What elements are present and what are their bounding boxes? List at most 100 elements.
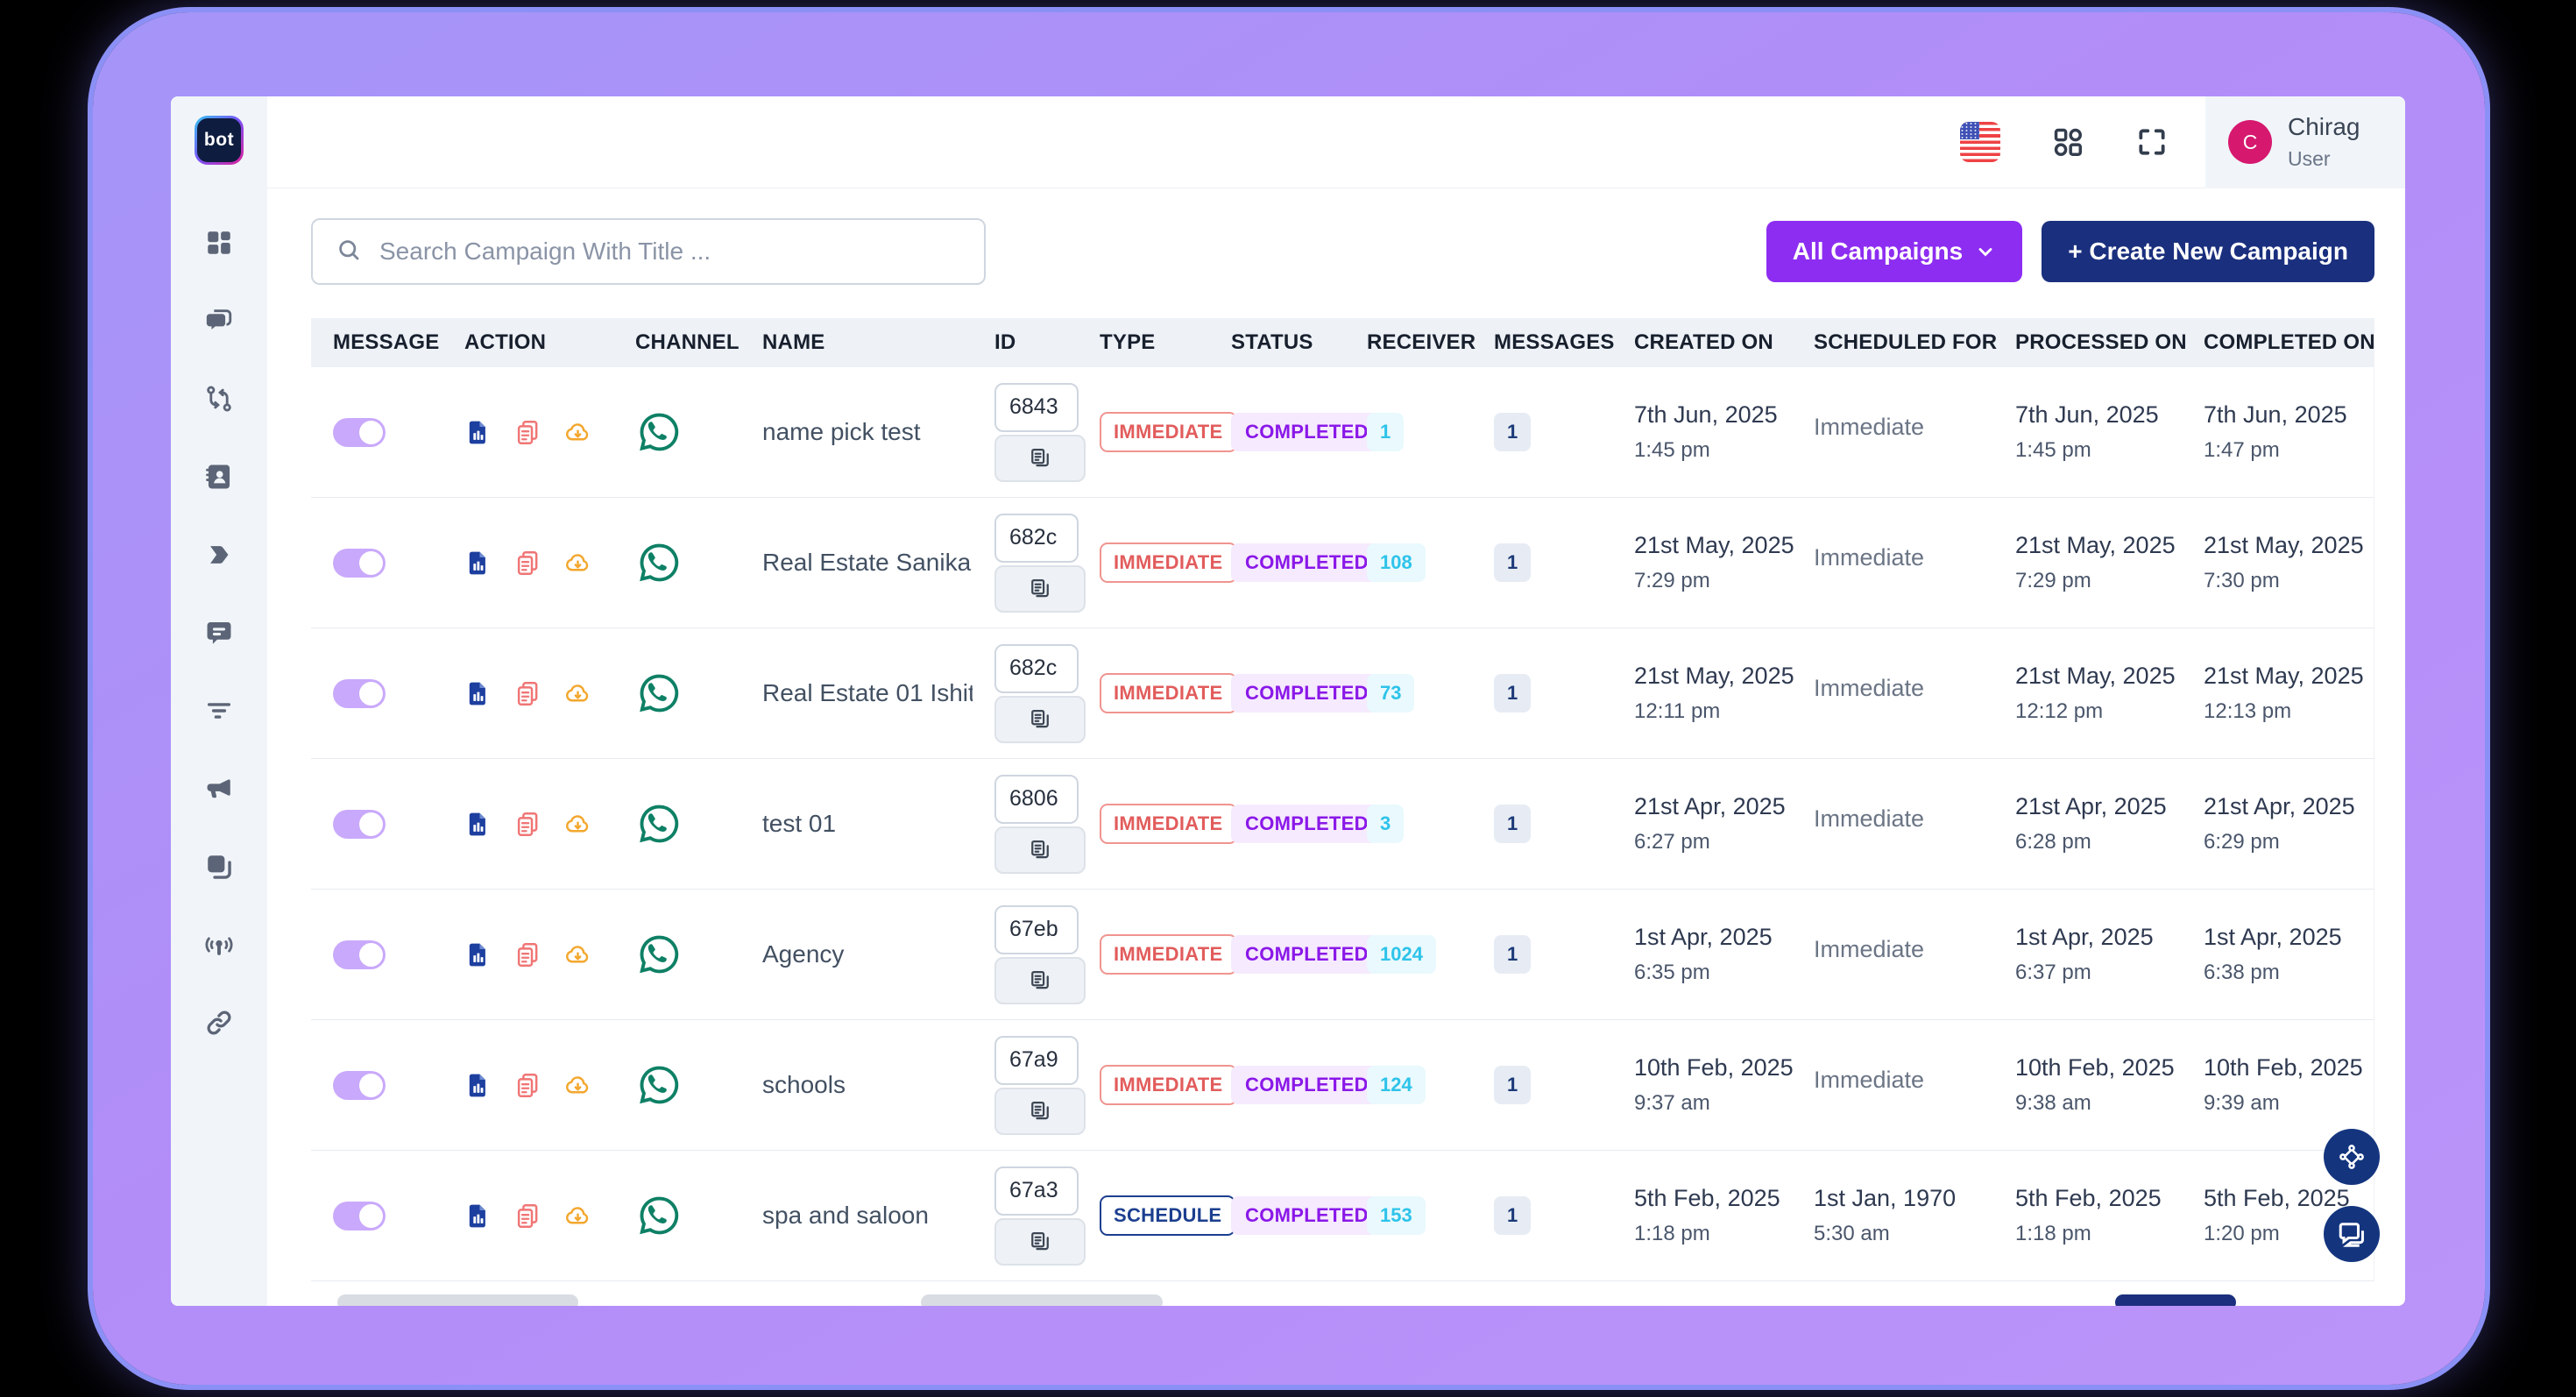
copy-id-button[interactable] — [994, 435, 1086, 482]
contacts-icon[interactable] — [204, 462, 234, 492]
campaign-id-field[interactable]: 682c — [994, 514, 1079, 563]
tag-icon[interactable] — [204, 540, 234, 570]
duplicate-button[interactable] — [514, 941, 541, 968]
message-toggle[interactable] — [333, 549, 386, 578]
duplicate-button[interactable] — [514, 811, 541, 838]
campaigns-table: MESSAGE ACTION CHANNEL NAME ID TYPE STAT… — [311, 318, 2374, 1281]
col-action: ACTION — [442, 330, 613, 355]
app-logo[interactable]: bot — [195, 116, 244, 165]
apps-icon[interactable] — [2051, 125, 2084, 159]
export-button[interactable] — [564, 811, 591, 838]
messages-count[interactable]: 1 — [1494, 1196, 1531, 1235]
link-icon[interactable] — [204, 1008, 234, 1038]
messages-count[interactable]: 1 — [1494, 805, 1531, 843]
workflow-fab[interactable] — [2324, 1129, 2380, 1185]
duplicate-button[interactable] — [514, 680, 541, 707]
report-button[interactable] — [464, 1072, 492, 1099]
campaign-id-field[interactable]: 67a3 — [994, 1167, 1079, 1216]
col-type: TYPE — [1078, 330, 1209, 355]
messages-count[interactable]: 1 — [1494, 543, 1531, 582]
chat-bubbles-icon — [2336, 1218, 2367, 1250]
export-button[interactable] — [564, 1072, 591, 1099]
search-input[interactable] — [379, 238, 961, 266]
copy-icon — [1028, 577, 1052, 601]
messages-count[interactable]: 1 — [1494, 1066, 1531, 1104]
table-body: name pick test 6843 IMMEDIATE COMPLETED … — [311, 367, 2374, 1281]
user-menu[interactable]: C Chirag User — [2205, 96, 2405, 188]
message-toggle[interactable] — [333, 1071, 386, 1100]
col-created-on: CREATED ON — [1612, 330, 1792, 355]
scheduled-for-cell: Immediate — [1792, 675, 1993, 712]
processed-on-cell: 10th Feb, 2025 9:38 am — [1993, 1054, 2182, 1116]
receiver-count[interactable]: 108 — [1367, 543, 1426, 582]
megaphone-icon[interactable] — [204, 774, 234, 804]
cloud-download-icon — [564, 1202, 591, 1230]
messages-count[interactable]: 1 — [1494, 674, 1531, 713]
receiver-count[interactable]: 1 — [1367, 413, 1404, 451]
receiver-count[interactable]: 73 — [1367, 674, 1414, 713]
message-toggle[interactable] — [333, 418, 386, 447]
create-new-campaign-button[interactable]: + Create New Campaign — [2042, 221, 2374, 282]
campaign-id-field[interactable]: 6806 — [994, 775, 1079, 824]
export-button[interactable] — [564, 1202, 591, 1230]
copy-id-button[interactable] — [994, 565, 1086, 613]
export-button[interactable] — [564, 419, 591, 446]
duplicate-button[interactable] — [514, 419, 541, 446]
campaign-name: test 01 — [740, 810, 973, 838]
receiver-count[interactable]: 3 — [1367, 805, 1404, 843]
created-on-cell: 21st Apr, 2025 6:27 pm — [1612, 793, 1792, 855]
all-campaigns-dropdown[interactable]: All Campaigns — [1766, 221, 2022, 282]
processed-on-cell: 1st Apr, 2025 6:37 pm — [1993, 924, 2182, 985]
messages-count[interactable]: 1 — [1494, 935, 1531, 974]
receiver-count[interactable]: 1024 — [1367, 935, 1436, 974]
campaign-id-field[interactable]: 67eb — [994, 905, 1079, 954]
fullscreen-icon[interactable] — [2135, 125, 2169, 159]
report-button[interactable] — [464, 419, 492, 446]
copy-id-button[interactable] — [994, 696, 1086, 743]
dashboard-icon[interactable] — [204, 228, 234, 258]
messages-count[interactable]: 1 — [1494, 413, 1531, 451]
scheduled-for-cell: 1st Jan, 1970 5:30 am — [1792, 1185, 1993, 1246]
message-toggle[interactable] — [333, 940, 386, 969]
layers-icon[interactable] — [204, 852, 234, 882]
whatsapp-channel-icon — [635, 1061, 740, 1109]
receiver-count[interactable]: 153 — [1367, 1196, 1426, 1235]
avatar: C — [2228, 120, 2272, 164]
export-button[interactable] — [564, 941, 591, 968]
broadcast-icon[interactable] — [204, 930, 234, 960]
export-button[interactable] — [564, 550, 591, 577]
campaign-id-field[interactable]: 6843 — [994, 383, 1079, 432]
report-button[interactable] — [464, 550, 492, 577]
sidebar: bot — [171, 96, 267, 1306]
receiver-count[interactable]: 124 — [1367, 1066, 1426, 1104]
search-box — [311, 218, 986, 285]
table-row: Real Estate Sanika 682c IMMEDIATE COMPLE… — [311, 498, 2374, 628]
message-toggle[interactable] — [333, 1202, 386, 1230]
message-toggle[interactable] — [333, 810, 386, 839]
cloud-download-icon — [564, 811, 591, 838]
message-toggle[interactable] — [333, 679, 386, 708]
col-processed-on: PROCESSED ON — [1993, 330, 2182, 355]
flow-icon[interactable] — [204, 384, 234, 414]
copy-id-button[interactable] — [994, 957, 1086, 1004]
copy-id-button[interactable] — [994, 1218, 1086, 1266]
filter-icon[interactable] — [204, 696, 234, 726]
duplicate-button[interactable] — [514, 1202, 541, 1230]
copy-icon — [1028, 968, 1052, 993]
chat-icon[interactable] — [204, 306, 234, 336]
comment-icon[interactable] — [204, 618, 234, 648]
copy-id-button[interactable] — [994, 826, 1086, 874]
report-button[interactable] — [464, 811, 492, 838]
us-flag-icon[interactable] — [1960, 122, 2000, 162]
copy-id-button[interactable] — [994, 1088, 1086, 1135]
campaign-id-field[interactable]: 682c — [994, 644, 1079, 693]
duplicate-button[interactable] — [514, 1072, 541, 1099]
report-button[interactable] — [464, 941, 492, 968]
report-button[interactable] — [464, 680, 492, 707]
all-campaigns-label: All Campaigns — [1793, 238, 1963, 266]
report-button[interactable] — [464, 1202, 492, 1230]
export-button[interactable] — [564, 680, 591, 707]
campaign-id-field[interactable]: 67a9 — [994, 1036, 1079, 1085]
support-chat-fab[interactable] — [2324, 1206, 2380, 1262]
duplicate-button[interactable] — [514, 550, 541, 577]
